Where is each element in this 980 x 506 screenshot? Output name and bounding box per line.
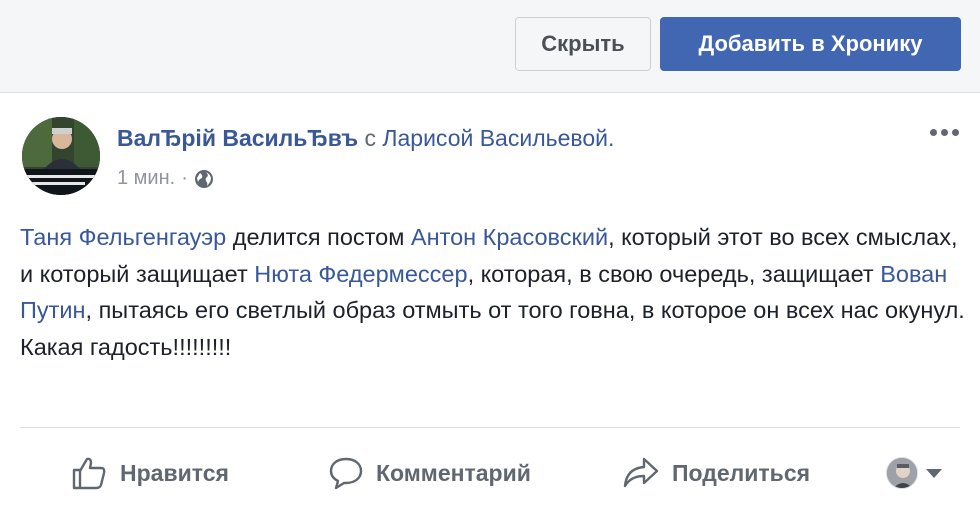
dot bbox=[952, 129, 959, 136]
more-options-icon[interactable] bbox=[930, 129, 959, 136]
dot bbox=[930, 129, 937, 136]
hide-button[interactable]: Скрыть bbox=[515, 17, 651, 71]
divider bbox=[20, 427, 960, 428]
globe-icon[interactable] bbox=[194, 169, 214, 189]
post-text-segment: , пытаясь его светлый образ отмыть от то… bbox=[85, 297, 965, 323]
like-button[interactable]: Нравится bbox=[70, 453, 229, 493]
meta-separator: · bbox=[181, 167, 188, 189]
reaction-profile-selector[interactable] bbox=[886, 453, 942, 493]
post-meta: 1 мин. · bbox=[117, 167, 214, 190]
profile-avatar bbox=[886, 457, 918, 489]
mention-link[interactable]: Таня Фельгенгауэр bbox=[20, 224, 226, 250]
mention-link[interactable]: Нюта Федермессер bbox=[254, 261, 467, 287]
profile-photo bbox=[887, 458, 917, 488]
post-text: Таня Фельгенгауэр делится постом Антон К… bbox=[20, 219, 965, 365]
post-header: ВалЂрій ВасильЂвъ с Ларисой Васильевой. bbox=[117, 125, 614, 152]
share-button[interactable]: Поделиться bbox=[622, 453, 810, 493]
post-text-segment: делится постом bbox=[226, 224, 411, 250]
thumbs-up-icon bbox=[72, 457, 106, 490]
post-card: ВалЂрій ВасильЂвъ с Ларисой Васильевой. … bbox=[0, 93, 980, 506]
add-to-timeline-button[interactable]: Добавить в Хронику bbox=[660, 17, 961, 71]
avatar-photo bbox=[22, 117, 100, 195]
share-icon bbox=[623, 457, 659, 488]
comment-label: Комментарий bbox=[376, 459, 531, 486]
like-label: Нравится bbox=[120, 459, 229, 486]
post-timestamp[interactable]: 1 мин. bbox=[117, 167, 175, 190]
post-text-segment: Какая гадость!!!!!!!!! bbox=[20, 333, 232, 360]
post-suggestion-bar: Скрыть Добавить в Хронику bbox=[0, 0, 980, 93]
share-label: Поделиться bbox=[672, 459, 811, 486]
comment-icon bbox=[329, 457, 363, 490]
tagged-person[interactable]: Ларисой Васильевой. bbox=[382, 125, 614, 151]
author-avatar[interactable] bbox=[22, 117, 100, 195]
comment-button[interactable]: Комментарий bbox=[328, 453, 531, 493]
mention-link[interactable]: Антон Красовский bbox=[411, 224, 608, 250]
chevron-down-icon bbox=[926, 468, 942, 478]
with-word: с bbox=[364, 125, 377, 151]
dot bbox=[941, 129, 948, 136]
post-text-segment: , которая, в свою очередь, защищает bbox=[467, 260, 881, 287]
author-name[interactable]: ВалЂрій ВасильЂвъ bbox=[117, 125, 358, 151]
